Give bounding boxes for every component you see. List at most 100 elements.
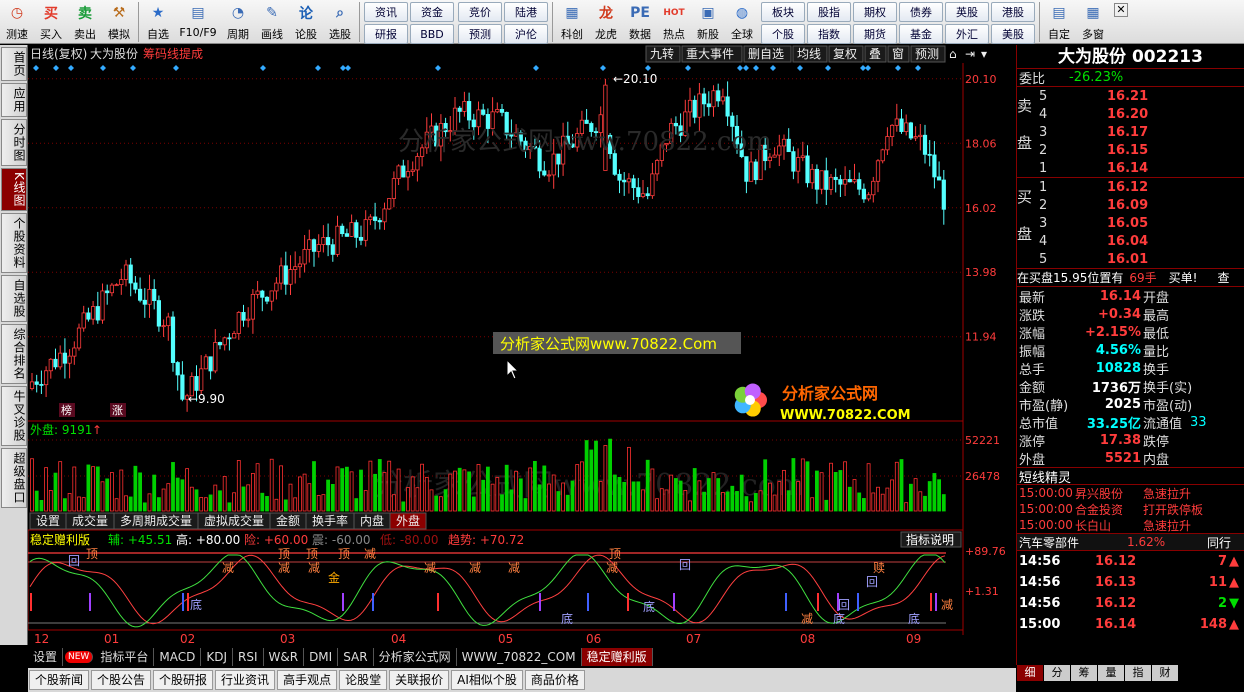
volume-bar (363, 490, 368, 512)
window-toggle-icon[interactable]: ⇥ (965, 47, 975, 61)
toolbar-mini-button[interactable]: 期货 (853, 24, 897, 44)
notice-check[interactable]: 查 (1197, 269, 1229, 286)
bottom-tab[interactable]: RSI (233, 648, 264, 666)
buy-level[interactable]: 4 16.04 (1017, 232, 1244, 250)
left-tab-5[interactable]: 自选股 (1, 274, 27, 322)
toolbar-pe-button[interactable]: PE 数据 (623, 0, 657, 44)
lock-icon[interactable]: ⌂ (949, 47, 957, 61)
quote-bottom-tab[interactable]: 量 (1098, 665, 1124, 681)
toolbar-custom-button[interactable]: ▤ 自定 (1042, 0, 1076, 44)
toolbar-mini-button[interactable]: BBD (410, 24, 454, 44)
toolbar-mini-button[interactable]: 期权 (853, 2, 897, 22)
toolbar-sell-button[interactable]: 卖卖出 (68, 0, 102, 44)
toolbar-new-stock-button[interactable]: ▣ 新股 (691, 0, 725, 44)
news-tab[interactable]: 个股新闻 (29, 670, 90, 690)
left-tab-8[interactable]: 超级盘口 (1, 447, 27, 508)
toolbar-discuss-button[interactable]: 论论股 (289, 0, 323, 44)
short-name[interactable]: 昇兴股份 (1075, 485, 1143, 502)
chevron-down-icon[interactable]: ▾ (981, 47, 987, 61)
news-tab[interactable]: 个股研报 (153, 670, 214, 690)
news-tab[interactable]: 行业资讯 (215, 670, 276, 690)
buy-level[interactable]: 2 16.09 (1017, 196, 1244, 214)
left-tab-1[interactable]: 应用 (1, 83, 27, 117)
toolbar-dragon-button[interactable]: 龙龙虎 (589, 0, 623, 44)
toolbar-mini-button[interactable]: 美股 (991, 24, 1035, 44)
toolbar-kechuang-button[interactable]: ▦ 科创 (555, 0, 589, 44)
bottom-tab[interactable]: WWW_70822_COM (457, 648, 582, 666)
short-name[interactable]: 合金投资 (1075, 501, 1143, 518)
sell-level[interactable]: 1 16.14 (1017, 159, 1244, 177)
toolbar-magnifier-button[interactable]: ⌕ 选股 (323, 0, 357, 44)
toolbar-multi-window-button[interactable]: ▦ 多窗 (1076, 0, 1110, 44)
quote-bottom-tab[interactable]: 细 (1017, 665, 1043, 681)
bottom-tab[interactable]: W&R (264, 648, 305, 666)
toolbar-mini-button[interactable]: 港股 (991, 2, 1035, 22)
bottom-tab[interactable]: 稳定赠利版 (581, 648, 653, 666)
left-tab-3[interactable]: K线图 (1, 168, 27, 211)
short-name[interactable]: 长白山 (1075, 517, 1143, 534)
quote-bottom-tab[interactable]: 筹 (1071, 665, 1097, 681)
sell-level[interactable]: 5 16.21 (1017, 87, 1244, 105)
bottom-tab[interactable]: 分析家公式网 (374, 648, 457, 666)
toolbar-mini-button[interactable]: 外汇 (945, 24, 989, 44)
toolbar-mini-button[interactable]: 资讯 (364, 2, 408, 22)
buy-level[interactable]: 1 16.12 (1017, 178, 1244, 196)
toolbar-mini-button[interactable]: 资金 (410, 2, 454, 22)
toolbar-mini-button[interactable]: 竞价 (458, 2, 502, 22)
toolbar-mini-button[interactable]: 英股 (945, 2, 989, 22)
bottom-tab[interactable]: 设置 (28, 648, 64, 666)
toolbar-pencil-button[interactable]: ✎ 画线 (255, 0, 289, 44)
buy-level[interactable]: 3 16.05 (1017, 214, 1244, 232)
sector-name[interactable]: 汽车零部件 (1017, 534, 1127, 551)
kline-chart-area[interactable]: 日线(复权) 大为股份 筹码线提成 九转 重大事件 删自选 均线 复权叠窗预测 ⌂ ⇥ ▾ 20.10… (28, 45, 1016, 645)
toolbar-mini-button[interactable]: 陆港 (504, 2, 548, 22)
toolbar-mini-button[interactable]: 板块 (761, 2, 805, 22)
volume-bar (843, 461, 847, 512)
bottom-tab[interactable]: NEW (65, 651, 94, 663)
quote-bottom-tab[interactable]: 财 (1152, 665, 1178, 681)
buy-level[interactable]: 5 16.01 (1017, 250, 1244, 268)
toolbar-mini-button[interactable]: 债券 (899, 2, 943, 22)
toolbar-speed-test-button[interactable]: ◷ 测速 (0, 0, 34, 44)
news-tab[interactable]: 高手观点 (277, 670, 338, 690)
left-tab-0[interactable]: 首页 (1, 47, 27, 81)
toolbar-mini-button[interactable]: 股指 (807, 2, 851, 22)
sell-level[interactable]: 2 16.15 (1017, 141, 1244, 159)
bottom-tab[interactable]: 指标平台 (95, 648, 155, 666)
stat-label2: 流通值 (1143, 416, 1183, 432)
bottom-tab[interactable]: DMI (304, 648, 339, 666)
toolbar-hot-button[interactable]: HOT 热点 (657, 0, 691, 44)
toolbar-mini-button[interactable]: 个股 (761, 24, 805, 44)
toolbar-buy-button[interactable]: 买买入 (34, 0, 68, 44)
toolbar-mini-button[interactable]: 预测 (458, 24, 502, 44)
sell-level[interactable]: 4 16.20 (1017, 105, 1244, 123)
toolbar-mini-button[interactable]: 研报 (364, 24, 408, 44)
toolbar-mini-button[interactable]: 沪伦 (504, 24, 548, 44)
toolbar-star-button[interactable]: ★ 自选 (141, 0, 175, 44)
left-tab-2[interactable]: 分时图 (1, 119, 27, 166)
sector-peer[interactable]: 同行 (1207, 534, 1231, 551)
news-tab[interactable]: AI相似个股 (451, 670, 523, 690)
quote-bottom-tab[interactable]: 指 (1125, 665, 1151, 681)
left-tab-7[interactable]: 牛叉诊股 (1, 385, 27, 446)
toolbar-hammer-button[interactable]: ⚒ 模拟 (102, 0, 136, 44)
toolbar-f10-button[interactable]: ▤ F10/F9 (175, 0, 221, 44)
volume-bar (241, 486, 246, 512)
left-tab-4[interactable]: 个股资料 (1, 212, 27, 273)
bottom-tab[interactable]: MACD (154, 648, 202, 666)
sell-level[interactable]: 3 16.17 (1017, 123, 1244, 141)
toolbar-mini-button[interactable]: 基金 (899, 24, 943, 44)
news-tab[interactable]: 个股公告 (91, 670, 152, 690)
toolbar-mini-button[interactable]: 指数 (807, 24, 851, 44)
bottom-tab[interactable]: KDJ (201, 648, 233, 666)
toolbar-clock-button[interactable]: ◔ 周期 (221, 0, 255, 44)
left-tab-6[interactable]: 综合排名 (1, 323, 27, 384)
news-tab[interactable]: 商品价格 (524, 670, 585, 690)
bottom-tab[interactable]: SAR (338, 648, 374, 666)
quote-bottom-tab[interactable]: 分 (1044, 665, 1070, 681)
news-tab[interactable]: 论股堂 (339, 670, 388, 690)
news-tab[interactable]: 关联报价 (389, 670, 450, 690)
close-icon[interactable]: ✕ (1114, 3, 1128, 17)
volume-bar (161, 488, 166, 512)
toolbar-globe-button[interactable]: ◍ 全球 (725, 0, 759, 44)
